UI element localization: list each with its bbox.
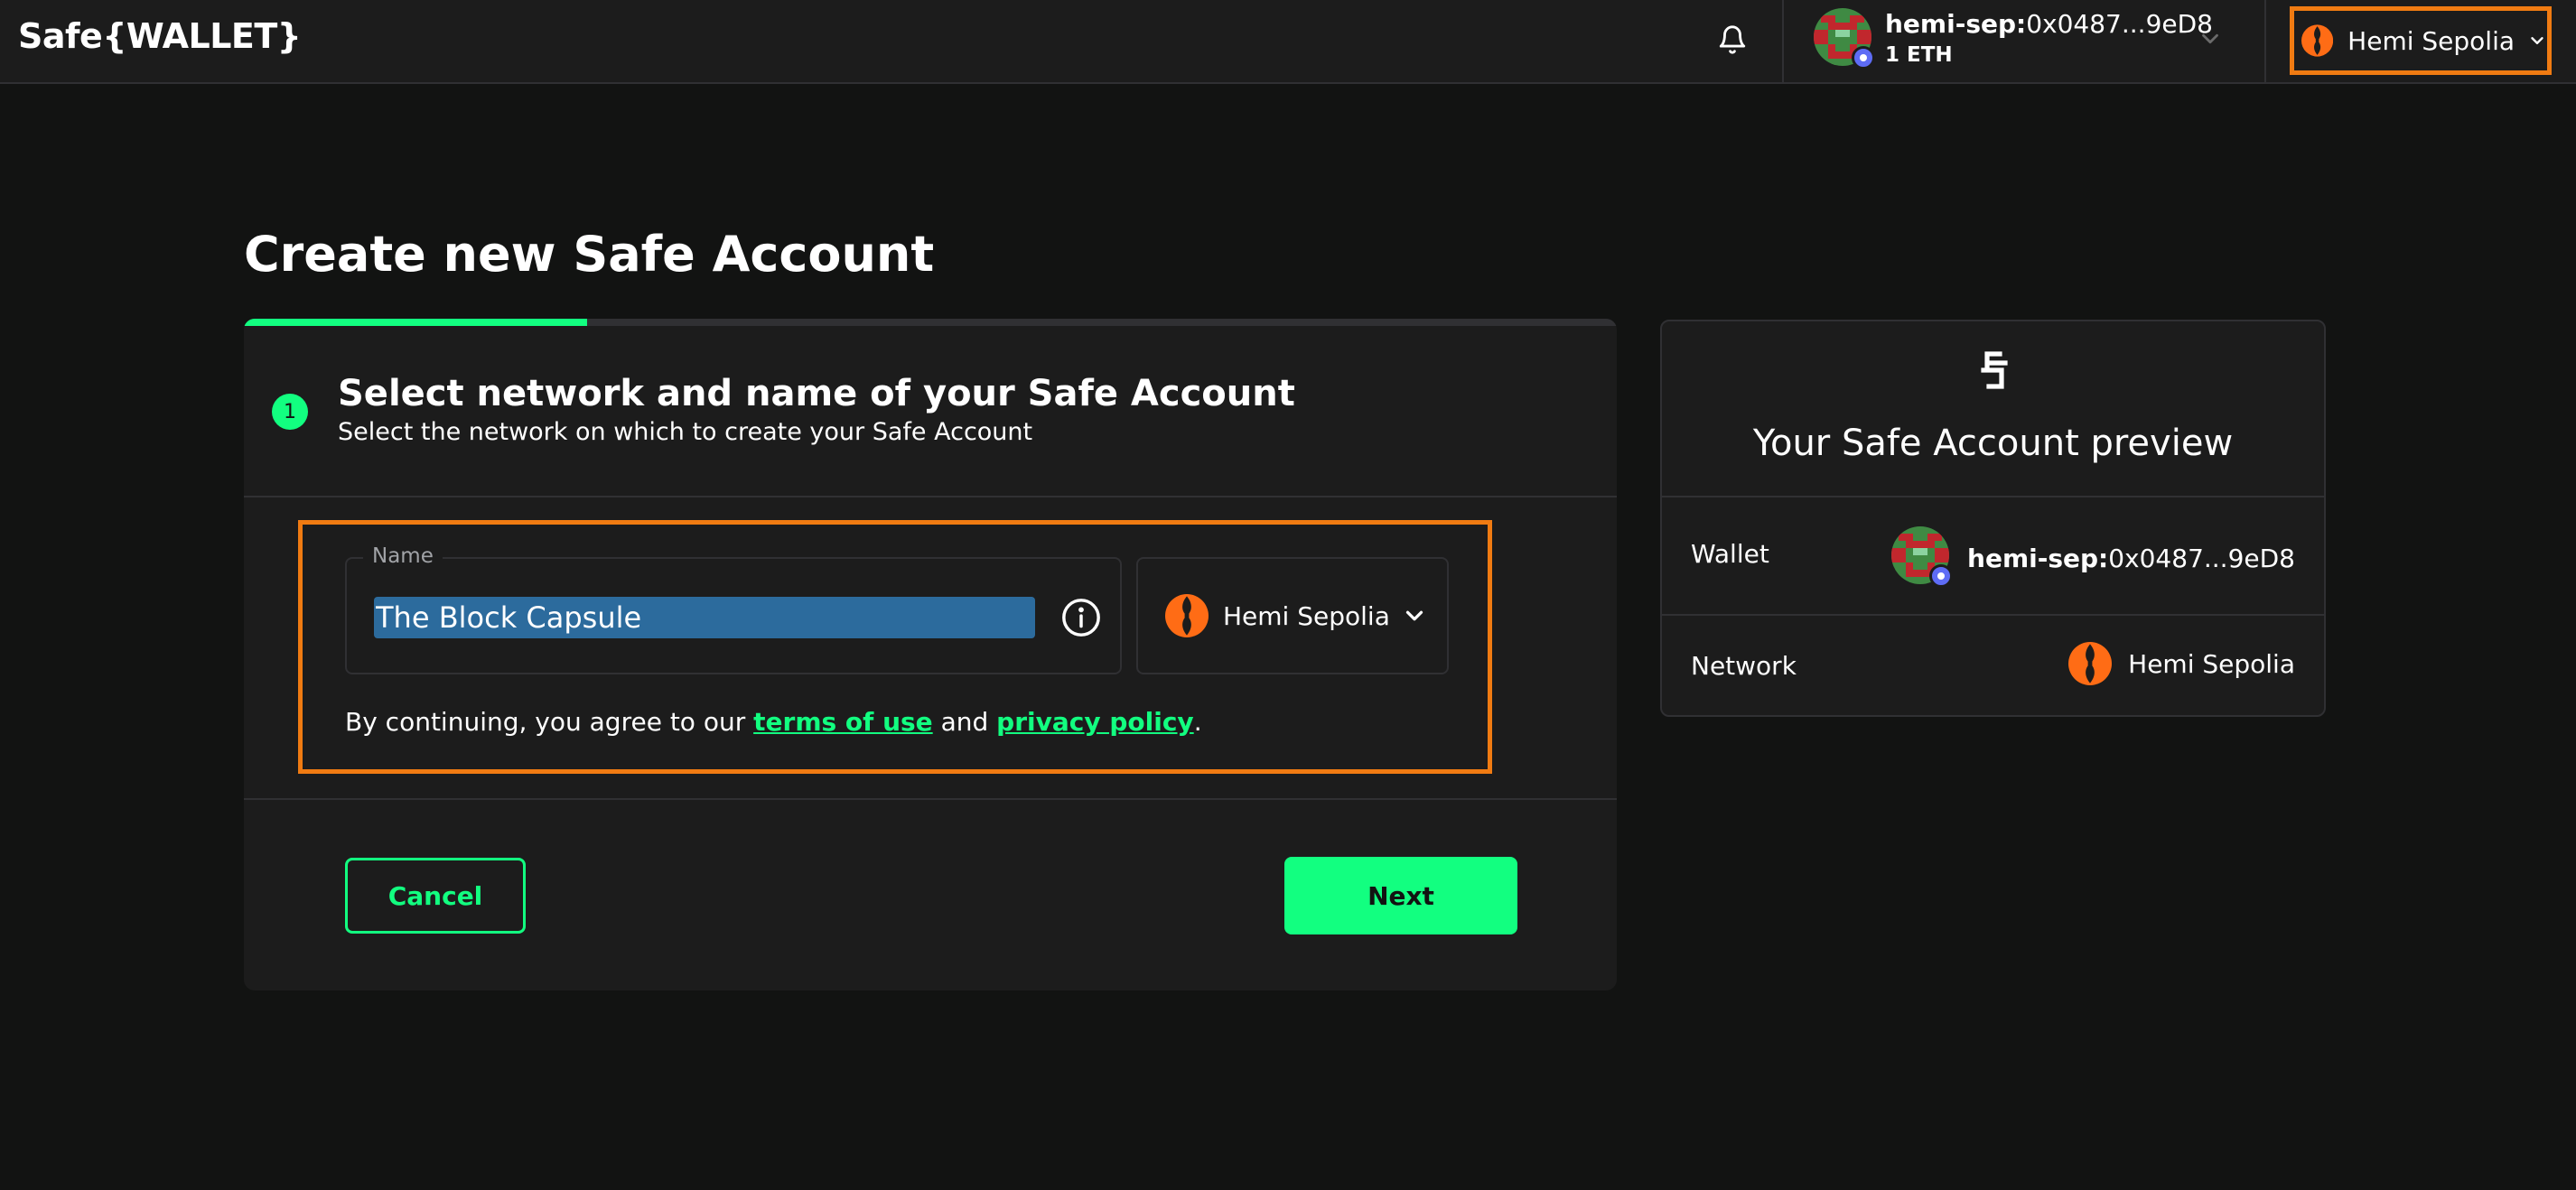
terms-text: . [1193,707,1202,737]
wallet-prefix: hemi-sep: [1967,543,2109,573]
name-field: Name [345,544,1122,674]
page-title: Create new Safe Account [244,226,935,283]
account-address: hemi-sep:0x0487...9eD8 [1885,9,2213,39]
terms-of-use-link[interactable]: terms of use [753,707,933,737]
step-title: Select network and name of your Safe Acc… [338,373,1295,414]
wallet-badge-icon [1929,564,1954,588]
progress-bar-fill [244,319,587,326]
chevron-down-icon [1405,610,1423,621]
network-selector-label: Hemi Sepolia [2347,25,2515,56]
step-subtitle: Select the network on which to create yo… [338,418,1033,446]
safe-logo-icon [1981,351,2008,389]
safe-wallet-logo[interactable]: Safe{WALLET} [18,16,302,56]
terms-notice: By continuing, you agree to our terms of… [345,707,1202,737]
info-icon[interactable] [1060,597,1102,638]
card-divider [244,798,1617,800]
wallet-label: Wallet [1691,539,1769,569]
account-balance: 1 ETH [1885,43,1953,67]
terms-text: By continuing, you agree to our [345,707,754,737]
safe-name-input[interactable] [374,597,1035,638]
network-select-label: Hemi Sepolia [1223,600,1390,631]
wallet-value: hemi-sep: 0x0487...9eD8 [1891,526,2295,590]
progress-bar [244,319,1617,326]
hemi-logo-icon [2301,19,2333,62]
chevron-down-icon [2531,37,2543,44]
account-button[interactable]: hemi-sep:0x0487...9eD8 1 ETH [1811,5,2235,78]
header-divider [2264,0,2266,84]
wallet-avatar [1891,526,1955,590]
account-address-value: 0x0487...9eD8 [2026,9,2213,39]
network-value: Hemi Sepolia [2068,642,2295,685]
account-prefix: hemi-sep: [1885,9,2027,39]
top-bar: Safe{WALLET} hemi-sep:0x0487...9eD8 1 ET… [0,0,2576,84]
network-value-label: Hemi Sepolia [2128,648,2295,679]
wallet-badge-icon [1852,46,1875,70]
cancel-button[interactable]: Cancel [345,858,526,934]
safe-preview-card: Your Safe Account preview Wallet hemi-se… [1660,320,2326,717]
preview-divider [1662,614,2324,616]
network-selector[interactable]: Hemi Sepolia [2290,6,2552,75]
network-label: Network [1691,651,1797,681]
hemi-logo-icon [2068,642,2112,685]
next-button[interactable]: Next [1284,857,1517,934]
name-field-label: Name [363,544,443,568]
preview-divider [1662,496,2324,497]
network-select[interactable]: Hemi Sepolia [1136,557,1449,674]
chevron-down-icon[interactable] [2197,25,2224,56]
preview-title: Your Safe Account preview [1752,423,2234,464]
step-number-badge: 1 [272,394,308,430]
card-divider [244,496,1617,497]
header-divider [1782,0,1784,84]
privacy-policy-link[interactable]: privacy policy [996,707,1194,737]
wallet-address: 0x0487...9eD8 [2108,543,2295,573]
bell-icon[interactable] [1711,18,1754,61]
terms-text: and [932,707,997,737]
create-safe-card: 1 Select network and name of your Safe A… [244,319,1617,990]
hemi-logo-icon [1165,594,1209,637]
